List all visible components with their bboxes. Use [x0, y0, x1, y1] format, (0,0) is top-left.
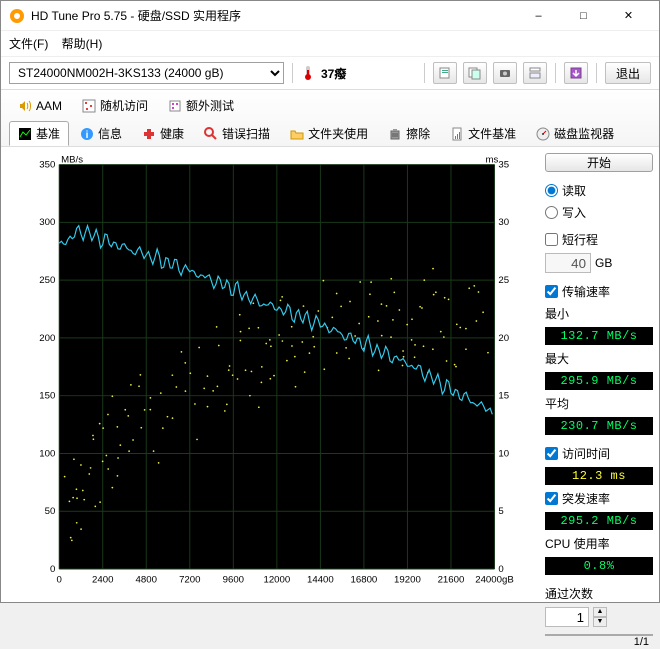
pass-down-button[interactable]: ▼ [593, 617, 607, 627]
thermometer-icon [301, 65, 315, 81]
svg-text:19200: 19200 [394, 575, 421, 586]
save-button[interactable] [564, 62, 588, 84]
tab-random[interactable]: 随机访问 [73, 93, 157, 118]
svg-text:10: 10 [498, 448, 509, 459]
menu-file[interactable]: 文件(F) [9, 37, 48, 51]
svg-text:35: 35 [498, 159, 509, 170]
short-trip-check[interactable]: 短行程 [545, 231, 653, 248]
tab-benchmark[interactable]: 基准 [9, 121, 69, 146]
tab-info[interactable]: i信息 [71, 121, 131, 146]
svg-text:i: i [86, 130, 89, 141]
svg-text:300: 300 [39, 217, 55, 228]
svg-text:50: 50 [45, 506, 56, 517]
random-icon [82, 99, 96, 113]
close-button[interactable]: ✕ [606, 2, 651, 30]
svg-text:30: 30 [498, 217, 509, 228]
minimize-button[interactable]: – [516, 2, 561, 30]
svg-text:150: 150 [39, 391, 55, 402]
svg-text:MB/s: MB/s [61, 155, 83, 166]
svg-text:5: 5 [498, 506, 503, 517]
svg-text:20: 20 [498, 333, 509, 344]
app-icon [9, 8, 25, 24]
svg-text:4800: 4800 [136, 575, 157, 586]
info-icon: i [80, 127, 94, 141]
error-icon [204, 127, 218, 141]
svg-text:0: 0 [57, 575, 62, 586]
copy-screenshot-button[interactable] [463, 62, 487, 84]
svg-text:100: 100 [39, 448, 55, 459]
cpu-label: CPU 使用率 [545, 535, 653, 552]
svg-text:200: 200 [39, 333, 55, 344]
burst-value: 295.2 MB/s [545, 512, 653, 530]
progress-bar: 1/1 [545, 634, 653, 636]
pass-up-button[interactable]: ▲ [593, 607, 607, 617]
health-icon [142, 127, 156, 141]
tab-extra[interactable]: 额外测试 [159, 93, 243, 118]
monitor-icon [536, 127, 550, 141]
svg-text:14400: 14400 [307, 575, 334, 586]
menu-help[interactable]: 帮助(H) [62, 37, 103, 51]
tab-health[interactable]: 健康 [133, 121, 193, 146]
svg-text:7200: 7200 [179, 575, 200, 586]
avg-value: 230.7 MB/s [545, 417, 653, 435]
max-label: 最大 [545, 350, 653, 367]
svg-text:25: 25 [498, 275, 509, 286]
read-radio[interactable]: 读取 [545, 182, 653, 199]
drive-select[interactable]: ST24000NM002H-3KS133 (24000 gB) [9, 62, 284, 84]
svg-text:21600: 21600 [438, 575, 465, 586]
start-button[interactable]: 开始 [545, 153, 653, 172]
file-icon [450, 127, 464, 141]
chart-icon [18, 127, 32, 141]
cpu-value: 0.8% [545, 557, 653, 575]
temperature-value: 37癈 [321, 65, 346, 82]
tab-monitor[interactable]: 磁盘监视器 [527, 121, 623, 146]
svg-text:24000gB: 24000gB [475, 575, 514, 586]
svg-text:15: 15 [498, 391, 509, 402]
access-value: 12.3 ms [545, 467, 653, 485]
benchmark-chart: MB/sms0501001502002503003500510152025303… [7, 153, 539, 596]
svg-text:350: 350 [39, 159, 55, 170]
svg-text:12000: 12000 [263, 575, 290, 586]
transfer-rate-check[interactable]: 传输速率 [545, 283, 653, 300]
svg-text:2400: 2400 [92, 575, 113, 586]
min-label: 最小 [545, 305, 653, 322]
burst-rate-check[interactable]: 突发速率 [545, 490, 653, 507]
maximize-button[interactable]: □ [561, 2, 606, 30]
write-radio[interactable]: 写入 [545, 204, 653, 221]
erase-icon [388, 127, 402, 141]
pass-label: 通过次数 [545, 585, 653, 602]
save-screenshot-button[interactable] [493, 62, 517, 84]
options-button[interactable] [523, 62, 547, 84]
svg-text:ms: ms [486, 155, 499, 166]
window-title: HD Tune Pro 5.75 - 硬盘/SSD 实用程序 [31, 7, 516, 24]
exit-button[interactable]: 退出 [605, 62, 651, 84]
folder-icon [290, 127, 304, 141]
tab-erase[interactable]: 擦除 [379, 121, 439, 146]
svg-text:250: 250 [39, 275, 55, 286]
short-trip-value [545, 253, 591, 273]
max-value: 295.9 MB/s [545, 372, 653, 390]
speaker-icon [18, 99, 32, 113]
min-value: 132.7 MB/s [545, 327, 653, 345]
tab-folder[interactable]: 文件夹使用 [281, 121, 377, 146]
access-time-check[interactable]: 访问时间 [545, 445, 653, 462]
svg-text:16800: 16800 [351, 575, 378, 586]
extra-icon [168, 99, 182, 113]
svg-text:0: 0 [50, 564, 55, 575]
avg-label: 平均 [545, 395, 653, 412]
svg-text:0: 0 [498, 564, 503, 575]
tab-filebase[interactable]: 文件基准 [441, 121, 525, 146]
svg-text:9600: 9600 [223, 575, 244, 586]
copy-info-button[interactable] [433, 62, 457, 84]
tab-error[interactable]: 错误扫描 [195, 121, 279, 146]
pass-value[interactable] [545, 607, 589, 627]
tab-aam[interactable]: AAM [9, 93, 71, 118]
